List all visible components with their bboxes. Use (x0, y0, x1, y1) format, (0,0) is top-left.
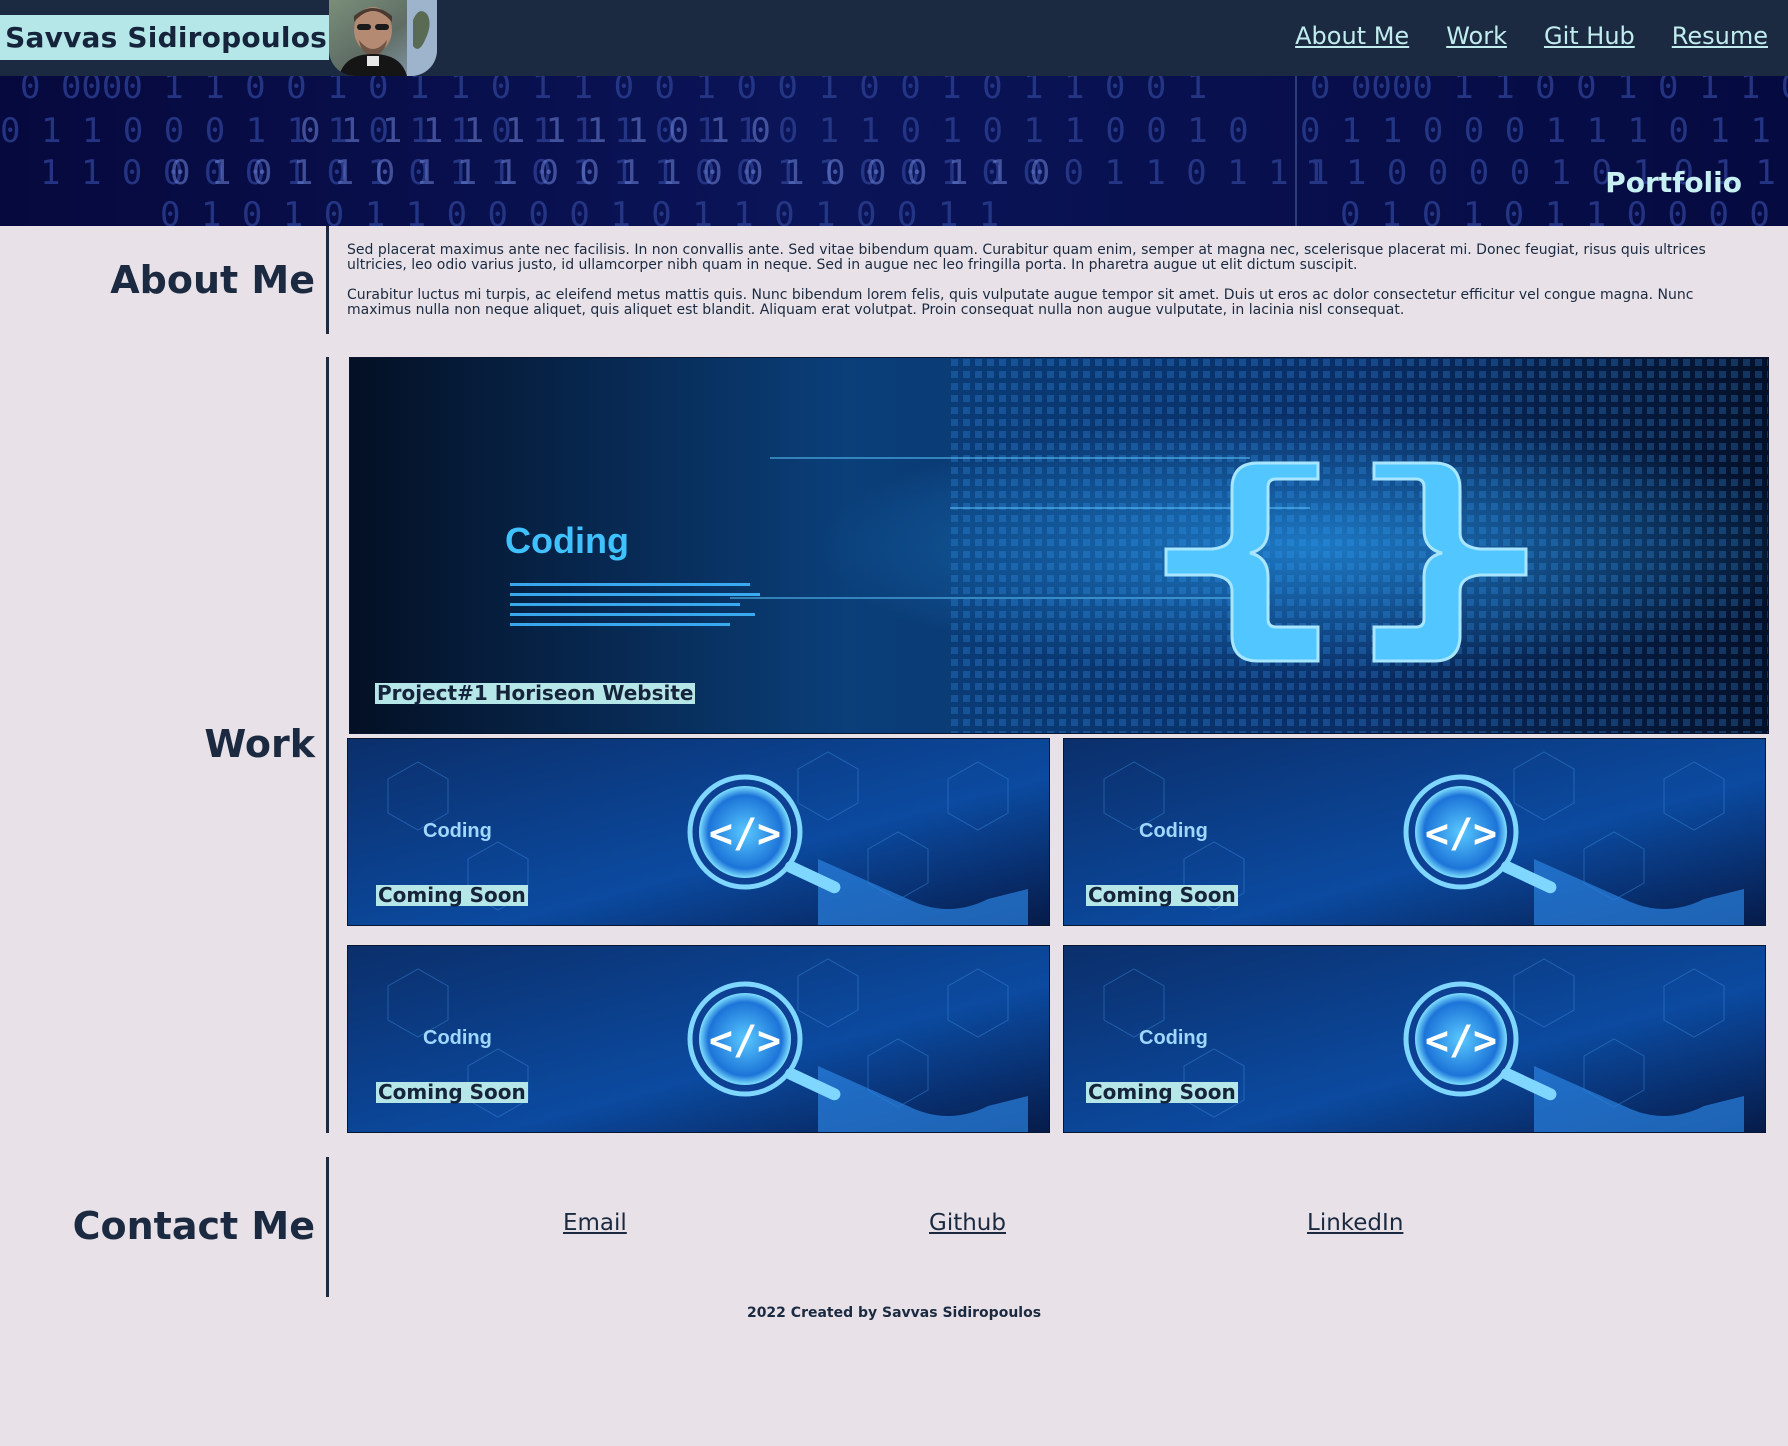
name-badge: Savvas Sidiropoulos (0, 15, 329, 60)
about-paragraph-1: Sed placerat maximus ante nec facilisis.… (347, 242, 1706, 273)
project-card-label: Coming Soon (376, 1080, 528, 1104)
svg-text:0 1 0 1 0 1 1 0 0 0 0 1 0 1 1: 0 1 0 1 0 1 1 0 0 0 0 1 0 1 1 0 1 0 0 1 … (160, 195, 999, 226)
binary-code-background: 0 0000 1 1 0 0 1 0 1 1 0 1 1 0 0 1 0 0 1… (0, 76, 1788, 226)
hero-banner: 0 0000 1 1 0 0 1 0 1 1 0 1 1 0 0 1 0 0 1… (0, 76, 1788, 226)
email-link[interactable]: Email (563, 1210, 627, 1236)
svg-text:</>: </> (1425, 811, 1497, 857)
nav-resume-link[interactable]: Resume (1672, 22, 1768, 50)
nav-about-me-link[interactable]: About Me (1295, 22, 1409, 50)
svg-text:</>: </> (709, 811, 781, 857)
about-divider (326, 226, 329, 334)
svg-text:0 1 0 1 1 0 1 1 1 0 0 1 1 0 0: 0 1 0 1 1 0 1 1 1 0 0 1 1 0 0 1 0 0 0 1 … (170, 153, 1050, 193)
project-card[interactable]: Coding </> Coming Soon (347, 945, 1050, 1133)
contact-divider (326, 1157, 329, 1297)
project-card-label: Coming Soon (1086, 1080, 1238, 1104)
work-divider (326, 357, 329, 1133)
about-heading: About Me (110, 258, 315, 302)
github-link[interactable]: Github (929, 1210, 1006, 1236)
svg-text:Coding: Coding (1139, 820, 1208, 842)
project-card-label: Coming Soon (1086, 883, 1238, 907)
about-text: Sed placerat maximus ante nec facilisis.… (347, 243, 1752, 333)
project-card[interactable]: Coding </> Coming Soon (1063, 738, 1766, 926)
avatar (329, 0, 437, 76)
svg-text:Coding: Coding (1139, 1027, 1208, 1049)
banner-divider (1295, 76, 1297, 226)
svg-text:Coding: Coding (423, 820, 492, 842)
project-card[interactable]: Coding </> Coming Soon (1063, 945, 1766, 1133)
nav-github-link[interactable]: Git Hub (1544, 22, 1635, 50)
featured-project-card[interactable]: Coding Project#1 Horiseon Website (349, 357, 1769, 734)
svg-text:</>: </> (709, 1018, 781, 1064)
project-card-label: Coming Soon (376, 883, 528, 907)
svg-text:0 0000 1 1 0 0 1 0 1 1 0 1 1: 0 0000 1 1 0 0 1 0 1 1 0 1 1 0 0 1 0 0 1… (20, 76, 1207, 107)
project-card[interactable]: Coding </> Coming Soon (347, 738, 1050, 926)
footer-credit: 2022 Created by Savvas Sidiropoulos (746, 1305, 1042, 1321)
svg-text:Coding: Coding (505, 520, 629, 561)
site-header: Savvas Sidiropoulos About Me Work Git Hu… (0, 0, 1788, 76)
coding-magnifier-image: Coding </> (1064, 946, 1765, 1132)
main-nav: About Me Work Git Hub Resume (1295, 22, 1768, 50)
linkedin-link[interactable]: LinkedIn (1307, 1210, 1403, 1236)
svg-text:0 0000 1 1 0 0 1 0 1 1 0 1 1: 0 0000 1 1 0 0 1 0 1 1 0 1 1 0 0 1 0 0 1… (1310, 76, 1788, 107)
coding-magnifier-image: Coding </> (348, 946, 1049, 1132)
svg-text:</>: </> (1425, 1018, 1497, 1064)
contact-heading: Contact Me (72, 1204, 315, 1248)
svg-text:0 1 1 0 0 0 1 1 1 0 1 1 0 1 1: 0 1 1 0 0 0 1 1 1 0 1 1 0 1 1 1 0 1 1 0 … (1300, 111, 1788, 151)
site-owner-name: Savvas Sidiropoulos (5, 21, 327, 54)
coding-braces-image: Coding (350, 358, 1768, 733)
nav-work-link[interactable]: Work (1446, 22, 1507, 50)
svg-text:0 1 1 1 1 1 1 1 1 0: 0 1 1 1 1 1 1 1 1 0 1 0 (300, 111, 771, 151)
portfolio-title: Portfolio (1605, 166, 1742, 199)
about-paragraph-2: Curabitur luctus mi turpis, ac eleifend … (347, 287, 1694, 318)
work-heading: Work (204, 722, 315, 766)
featured-project-label: Project#1 Horiseon Website (375, 681, 696, 705)
svg-text:0 1 0 1 0 1 1 0 0 0 0 1 0 1 1: 0 1 0 1 0 1 1 0 0 0 0 1 0 1 1 0 1 0 0 1 … (1340, 195, 1788, 226)
svg-text:Coding: Coding (423, 1027, 492, 1049)
